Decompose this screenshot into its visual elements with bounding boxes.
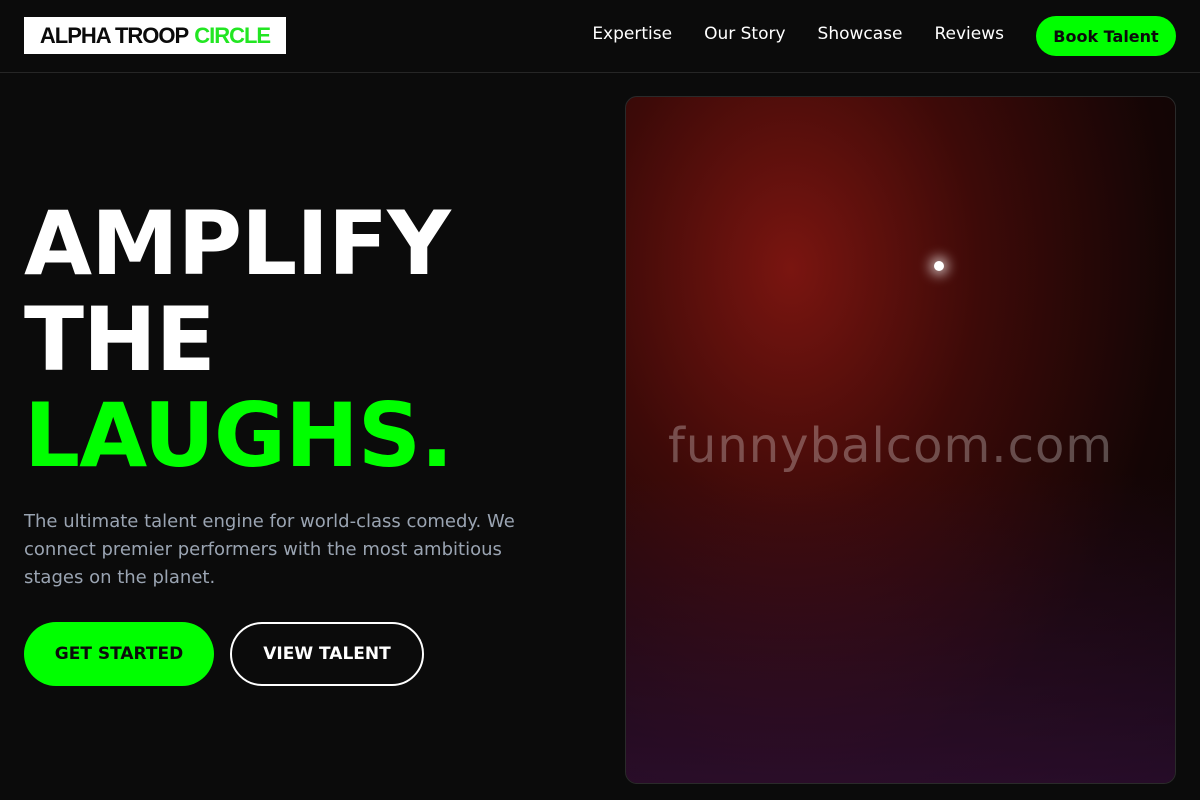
- brand-logo[interactable]: ALPHA TROOP CIRCLE: [24, 17, 286, 54]
- site-header: ALPHA TROOP CIRCLE Expertise Our Story S…: [0, 0, 1200, 73]
- stage-light: [934, 261, 944, 271]
- get-started-button[interactable]: GET STARTED: [24, 622, 214, 686]
- landing-page: ALPHA TROOP CIRCLE Expertise Our Story S…: [0, 0, 1200, 800]
- photo-watermark: funnybalcom.com: [668, 418, 1114, 474]
- headline-line-1: AMPLIFY: [24, 192, 451, 295]
- logo-text-accent: CIRCLE: [194, 22, 271, 48]
- nav-item-our-story[interactable]: Our Story: [704, 24, 785, 44]
- logo-text-primary: ALPHA TROOP: [39, 22, 189, 48]
- hero-headline: AMPLIFY THE LAUGHS.: [24, 192, 454, 487]
- headline-line-2: THE: [24, 288, 216, 391]
- headline-line-3: LAUGHS.: [24, 384, 454, 487]
- photo-glow: [626, 474, 1175, 783]
- view-talent-button[interactable]: VIEW TALENT: [230, 622, 424, 686]
- nav-item-showcase[interactable]: Showcase: [818, 24, 903, 44]
- book-talent-button[interactable]: Book Talent: [1036, 16, 1176, 56]
- nav-item-expertise[interactable]: Expertise: [592, 24, 672, 44]
- main-nav: Expertise Our Story Showcase Reviews: [592, 24, 1004, 44]
- nav-item-reviews[interactable]: Reviews: [934, 24, 1004, 44]
- hero-subtext: The ultimate talent engine for world-cla…: [24, 511, 515, 588]
